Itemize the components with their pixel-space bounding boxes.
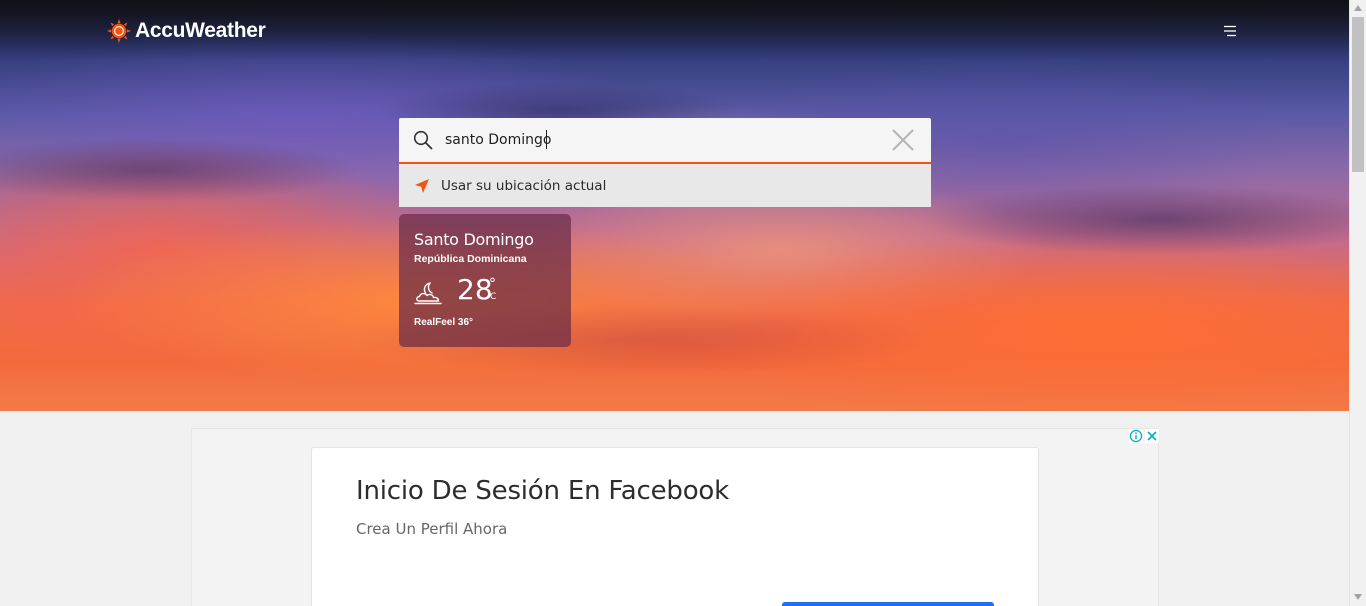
scrollbar-thumb[interactable] [1352,17,1364,172]
realfeel-value: RealFeel 36° [414,317,474,328]
search-icon [413,130,433,150]
use-current-location-button[interactable]: Usar su ubicación actual [399,164,931,207]
scroll-down-arrow-icon[interactable] [1354,594,1362,600]
hamburger-menu-icon[interactable] [1221,24,1239,38]
country-name: República Dominicana [414,253,527,265]
location-arrow-icon [415,178,429,193]
ad-title[interactable]: Inicio De Sesión En Facebook [356,476,729,506]
search-bar [399,118,931,164]
recent-location-card[interactable]: Santo Domingo República Dominicana 28 ° … [399,214,571,347]
temperature-unit: C [490,292,497,302]
close-icon[interactable] [1145,429,1159,443]
text-caret [546,130,547,149]
info-icon[interactable] [1129,429,1143,443]
vertical-scrollbar[interactable] [1349,0,1366,606]
degree-symbol: ° [489,276,496,292]
temperature-value: 28 [457,273,493,306]
ad-subtitle: Crea Un Perfil Ahora [356,520,508,538]
ad-cta-button[interactable] [782,602,994,606]
search-input[interactable] [445,127,865,153]
scroll-up-arrow-icon[interactable] [1354,5,1362,11]
moon-cloud-icon [414,282,442,305]
use-location-label: Usar su ubicación actual [441,177,607,194]
city-name: Santo Domingo [414,230,534,249]
page: AccuWeather Usar su ubicación actual San… [0,0,1366,606]
close-icon[interactable] [891,128,915,152]
sun-logo-icon [107,19,131,43]
brand-name: AccuWeather [135,19,266,42]
accuweather-logo[interactable]: AccuWeather [107,19,266,43]
